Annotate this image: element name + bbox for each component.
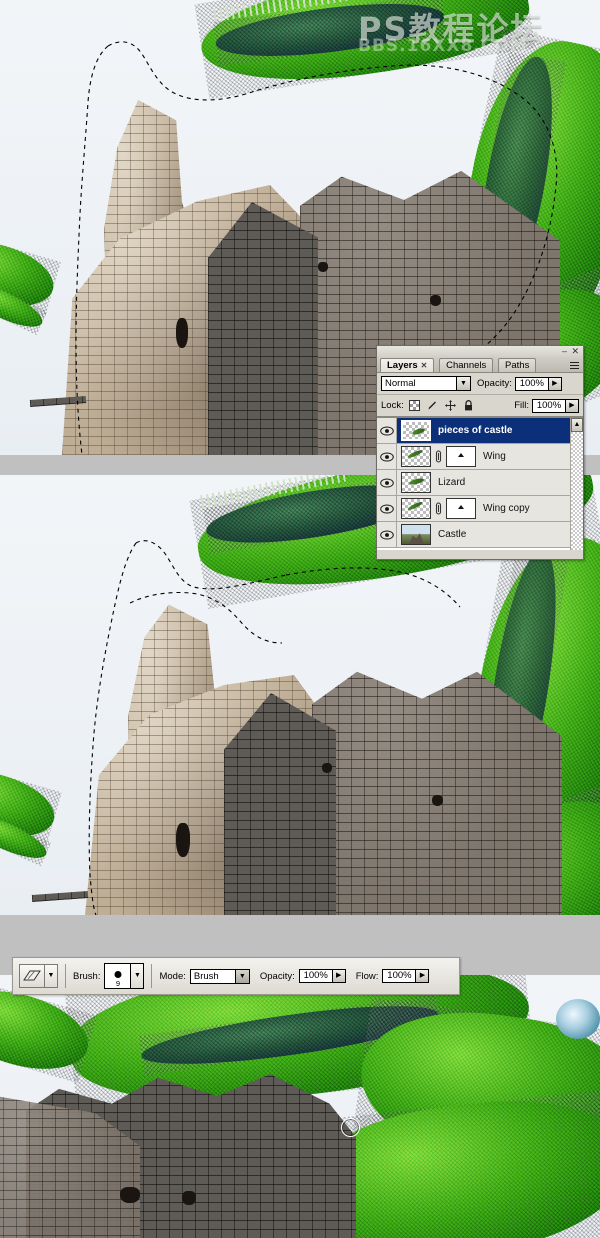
- layer-name-label: Lizard: [438, 477, 466, 488]
- eraser-tool-icon[interactable]: [19, 964, 45, 988]
- link-mask-icon[interactable]: [434, 449, 443, 464]
- brush-tip-dot: [114, 971, 122, 978]
- canvas-panel-bottom: 中国教程网 UiBQ.CoM: [0, 975, 600, 1238]
- layer-name-label: Castle: [438, 529, 467, 540]
- fill-input[interactable]: 100%: [532, 398, 566, 413]
- tab-paths-label: Paths: [505, 360, 530, 371]
- mode-value: Brush: [193, 970, 219, 982]
- close-icon[interactable]: ✕: [571, 346, 579, 356]
- opacity-label: Opacity:: [477, 378, 512, 389]
- layer-visibility-toggle[interactable]: [377, 522, 397, 547]
- lizard-eye-highlight-bot: [556, 999, 600, 1039]
- opacity-slider-arrow[interactable]: ▶: [548, 376, 562, 391]
- layer-mask-thumbnail[interactable]: [446, 446, 476, 467]
- lock-all-icon[interactable]: [463, 400, 474, 411]
- castle-window-c-mid: [432, 795, 443, 806]
- layer-visibility-toggle[interactable]: [377, 418, 397, 443]
- layer-row-lizard[interactable]: Lizard: [377, 470, 583, 496]
- toolbar-divider: [151, 964, 153, 988]
- castle-window-b-top: [318, 262, 328, 272]
- blend-mode-row[interactable]: Normal ▼ Opacity: 100% ▶: [377, 373, 583, 395]
- tab-close-icon[interactable]: ✕: [421, 361, 428, 370]
- castle-window-a-mid: [176, 823, 190, 857]
- layer-thumbnail[interactable]: [401, 420, 431, 441]
- flow-label: Flow:: [355, 970, 379, 982]
- eye-icon: [379, 503, 394, 514]
- mode-label: Mode:: [159, 970, 186, 982]
- layer-thumbnail[interactable]: [401, 472, 431, 493]
- layer-name-label: Wing copy: [483, 503, 530, 514]
- brush-label: Brush:: [73, 970, 101, 982]
- flow-slider-arrow[interactable]: ▶: [416, 969, 430, 983]
- toolbar-divider: [65, 964, 66, 988]
- layer-row-castle[interactable]: Castle: [377, 522, 583, 548]
- eye-icon: [379, 529, 394, 540]
- layer-row-wing[interactable]: Wing: [377, 444, 583, 470]
- layer-thumbnail[interactable]: [401, 498, 431, 519]
- castle-window-c-top: [430, 295, 441, 306]
- castle-window-b-mid: [322, 763, 332, 773]
- layers-palette[interactable]: – ✕ Layers ✕ Channels Paths Normal ▼ Opac…: [376, 345, 584, 560]
- link-mask-icon[interactable]: [434, 501, 443, 516]
- brush-picker-chevron-icon[interactable]: ▼: [131, 963, 145, 989]
- opacity-input[interactable]: 100%: [298, 969, 333, 983]
- fill-slider-arrow[interactable]: ▶: [566, 398, 579, 413]
- eye-icon: [379, 451, 394, 462]
- layer-thumbnail[interactable]: [401, 524, 431, 545]
- blend-mode-value: Normal: [385, 378, 416, 389]
- brush-preview[interactable]: 9: [104, 963, 132, 989]
- opacity-input[interactable]: 100%: [514, 376, 549, 391]
- layer-list[interactable]: pieces of castle Wing Lizard Wing copy C…: [377, 417, 583, 550]
- castle-window-a-bot: [120, 1187, 140, 1203]
- lock-row[interactable]: Lock: Fill: 100% ▶: [377, 395, 583, 417]
- brush-circle-cursor: [341, 1118, 360, 1137]
- tab-channels-label: Channels: [446, 360, 487, 371]
- tool-options-bar[interactable]: ▼ Brush: 9 ▼ Mode: Brush ▼ Opacity: 100%…: [12, 957, 460, 995]
- scroll-up-arrow[interactable]: ▲: [571, 418, 583, 432]
- blend-mode-select[interactable]: Normal ▼: [381, 376, 471, 391]
- palette-titlebar[interactable]: – ✕: [377, 346, 583, 358]
- layer-visibility-toggle[interactable]: [377, 496, 397, 521]
- opacity-slider-arrow[interactable]: ▶: [332, 969, 346, 983]
- lock-position-icon[interactable]: [444, 400, 456, 411]
- castle-window-a-top: [176, 318, 188, 348]
- chevron-down-icon[interactable]: ▼: [456, 377, 470, 390]
- chevron-down-icon[interactable]: ▼: [234, 969, 249, 983]
- layer-list-scrollbar[interactable]: ▲: [570, 418, 583, 550]
- tab-layers-label: Layers: [387, 360, 418, 371]
- opacity-label: Opacity:: [259, 970, 295, 982]
- lock-image-pixels-icon[interactable]: [427, 400, 438, 411]
- eye-icon: [379, 425, 394, 436]
- layer-row-wing-copy[interactable]: Wing copy: [377, 496, 583, 522]
- layer-visibility-toggle[interactable]: [377, 470, 397, 495]
- tool-preset-chevron-icon[interactable]: ▼: [45, 964, 58, 988]
- tab-channels[interactable]: Channels: [439, 358, 494, 372]
- layer-name-label: pieces of castle: [438, 425, 513, 436]
- brush-size-value: 9: [115, 979, 121, 988]
- layer-name-label: Wing: [483, 451, 506, 462]
- tab-layers[interactable]: Layers ✕: [380, 358, 435, 372]
- layer-visibility-toggle[interactable]: [377, 444, 397, 469]
- eye-icon: [379, 477, 394, 488]
- tab-paths[interactable]: Paths: [498, 358, 537, 372]
- lock-icon-group[interactable]: [408, 400, 474, 411]
- layer-thumbnail[interactable]: [401, 446, 431, 467]
- lock-label: Lock:: [381, 400, 404, 411]
- castle-wall-dark-top: [208, 202, 318, 455]
- flow-input[interactable]: 100%: [382, 969, 417, 983]
- minimize-icon[interactable]: –: [562, 346, 567, 356]
- castle-window-b-bot: [182, 1191, 196, 1205]
- palette-tabstrip[interactable]: Layers ✕ Channels Paths: [377, 358, 583, 373]
- lock-transparent-pixels-icon[interactable]: [408, 400, 420, 411]
- mode-select[interactable]: Brush ▼: [189, 968, 250, 984]
- screenshot-root: PS教程论坛 BBS.16XX8.COM – ✕ Layers ✕ Channe…: [0, 0, 600, 1238]
- layer-mask-thumbnail[interactable]: [446, 498, 476, 519]
- panel-menu-icon[interactable]: [567, 360, 580, 371]
- fill-label: Fill:: [514, 400, 529, 411]
- layer-row-pieces-of-castle[interactable]: pieces of castle: [377, 418, 583, 444]
